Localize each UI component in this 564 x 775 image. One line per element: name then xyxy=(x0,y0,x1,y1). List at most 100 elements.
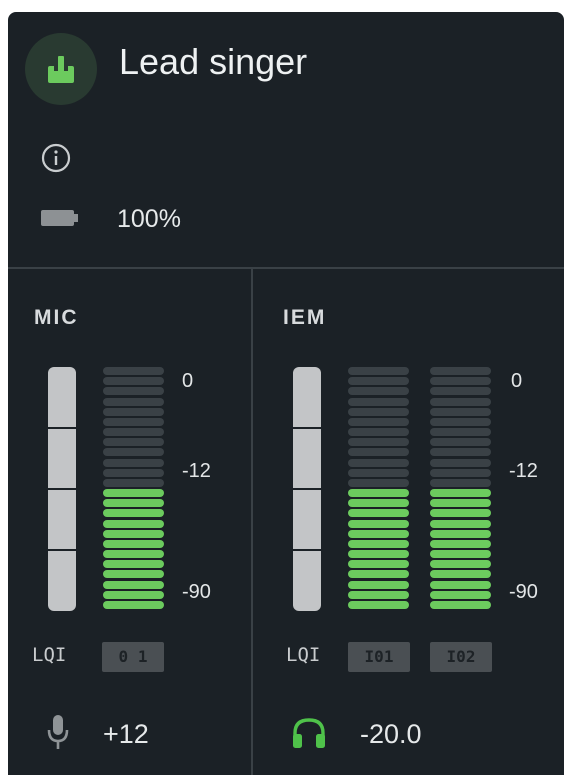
battery-icon xyxy=(41,210,78,226)
microphone-icon xyxy=(47,715,69,749)
meter-segment xyxy=(348,468,409,477)
meter-segment xyxy=(103,468,164,477)
meter-segment xyxy=(348,509,409,518)
mic-scale-12: -12 xyxy=(182,460,211,482)
iem-section-label: IEM xyxy=(283,306,327,329)
mic-level-fader[interactable] xyxy=(48,367,76,611)
meter-segment xyxy=(103,590,164,599)
meter-segment xyxy=(348,478,409,487)
meter-segment xyxy=(430,397,491,406)
meter-segment xyxy=(430,590,491,599)
device-card: Lead singer 100% MIC 0 -12 -90 LQI 0 1 +… xyxy=(8,12,564,775)
meter-segment xyxy=(103,428,164,436)
meter-segment xyxy=(430,580,491,589)
meter-segment xyxy=(348,377,409,386)
meter-segment xyxy=(348,387,409,396)
iem-level-fader[interactable] xyxy=(293,367,321,611)
mic-scale-90: -90 xyxy=(182,581,211,603)
meter-segment xyxy=(430,438,491,447)
meter-segment xyxy=(348,489,409,497)
meter-segment xyxy=(348,529,409,538)
meter-segment xyxy=(103,377,164,386)
mic-lqi-label: LQI xyxy=(32,644,67,666)
iem-lqi-value-1: I01 xyxy=(348,642,410,672)
mic-level-meter xyxy=(103,367,164,611)
meter-segment xyxy=(348,448,409,457)
device-avatar[interactable] xyxy=(25,33,97,105)
meter-segment xyxy=(430,377,491,386)
meter-segment xyxy=(430,417,491,426)
iem-level-meter-2 xyxy=(430,367,491,611)
meter-segment xyxy=(348,499,409,508)
meter-segment xyxy=(430,458,491,467)
iem-volume-value: -20.0 xyxy=(360,719,422,749)
meter-segment xyxy=(430,367,491,375)
iem-scale-0: 0 xyxy=(511,370,523,392)
meter-segment xyxy=(430,600,491,609)
meter-segment xyxy=(103,438,164,447)
meter-segment xyxy=(103,448,164,457)
meter-segment xyxy=(348,367,409,375)
meter-segment xyxy=(430,478,491,487)
meter-segment xyxy=(348,550,409,558)
meter-segment xyxy=(103,407,164,416)
headphones-icon xyxy=(293,718,325,748)
meter-segment xyxy=(348,539,409,548)
meter-segment xyxy=(430,448,491,457)
meter-segment xyxy=(348,397,409,406)
meter-segment xyxy=(430,560,491,569)
mic-section-label: MIC xyxy=(34,306,79,329)
battery-level-text: 100% xyxy=(117,205,181,233)
mic-lqi-value: 0 1 xyxy=(102,642,164,672)
meter-segment xyxy=(103,489,164,497)
iem-lqi-value-2: I02 xyxy=(430,642,492,672)
meter-segment xyxy=(103,417,164,426)
meter-segment xyxy=(348,600,409,609)
meter-segment xyxy=(430,529,491,538)
meter-segment xyxy=(103,397,164,406)
meter-segment xyxy=(103,519,164,528)
divider xyxy=(8,267,564,269)
iem-scale-12: -12 xyxy=(509,460,538,482)
meter-segment xyxy=(348,458,409,467)
meter-segment xyxy=(430,519,491,528)
meter-segment xyxy=(348,407,409,416)
meter-segment xyxy=(348,580,409,589)
meter-segment xyxy=(348,417,409,426)
meter-segment xyxy=(430,570,491,579)
meter-segment xyxy=(348,590,409,599)
meter-segment xyxy=(430,499,491,508)
meter-segment xyxy=(348,519,409,528)
iem-level-meter-1 xyxy=(348,367,409,611)
meter-segment xyxy=(348,560,409,569)
iem-lqi-label: LQI xyxy=(286,644,321,666)
meter-segment xyxy=(430,428,491,436)
meter-segment xyxy=(103,550,164,558)
meter-segment xyxy=(430,550,491,558)
divider xyxy=(251,269,253,775)
meter-segment xyxy=(348,428,409,436)
meter-segment xyxy=(430,387,491,396)
device-title: Lead singer xyxy=(119,41,308,82)
info-icon[interactable] xyxy=(41,143,71,173)
meter-segment xyxy=(348,570,409,579)
meter-segment xyxy=(430,468,491,477)
meter-segment xyxy=(430,509,491,518)
meter-segment xyxy=(348,438,409,447)
meter-segment xyxy=(430,489,491,497)
meter-segment xyxy=(103,458,164,467)
meter-segment xyxy=(103,387,164,396)
mic-scale-0: 0 xyxy=(182,370,194,392)
meter-segment xyxy=(430,407,491,416)
meter-segment xyxy=(103,478,164,487)
meter-segment xyxy=(103,560,164,569)
meter-segment xyxy=(103,499,164,508)
meter-segment xyxy=(103,600,164,609)
transmitter-icon xyxy=(48,56,74,83)
meter-segment xyxy=(430,539,491,548)
iem-scale-90: -90 xyxy=(509,581,538,603)
meter-segment xyxy=(103,509,164,518)
meter-segment xyxy=(103,570,164,579)
meter-segment xyxy=(103,539,164,548)
mic-gain-value: +12 xyxy=(103,719,149,749)
